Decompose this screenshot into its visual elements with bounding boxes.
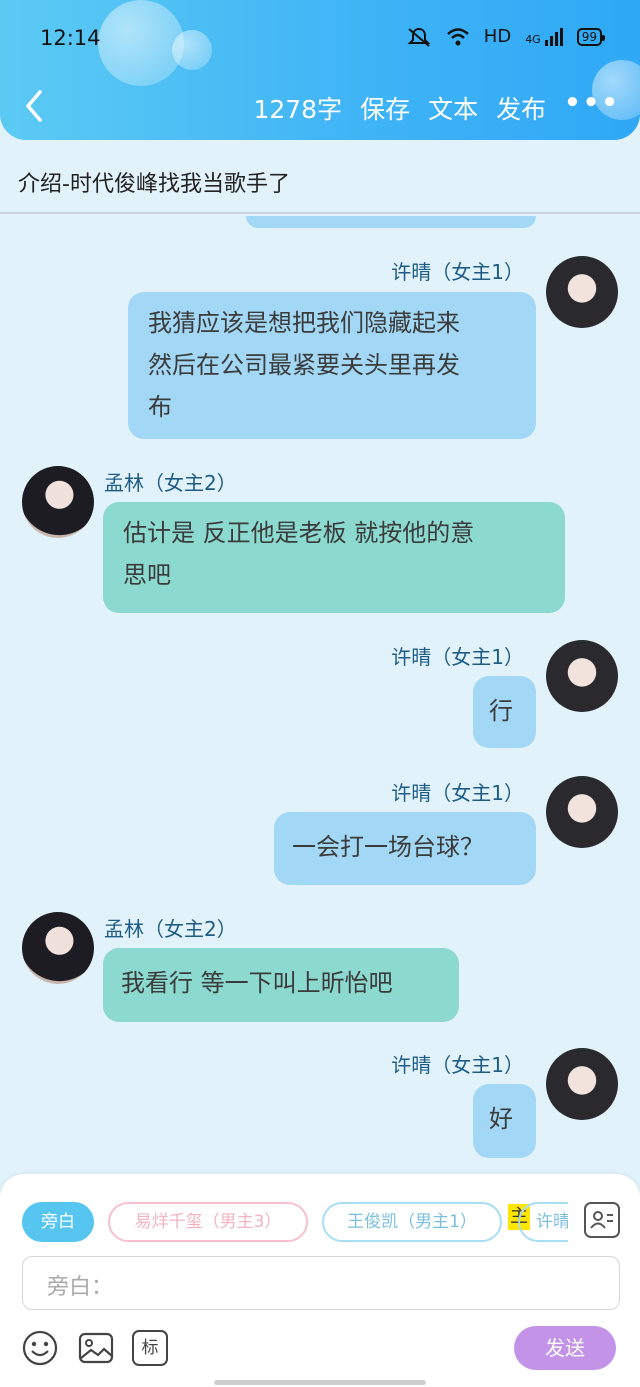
message-bubble[interactable]: 估计是 反正他是老板 就按他的意 思吧 <box>103 502 565 613</box>
avatar[interactable] <box>546 776 618 848</box>
message-line: 行 <box>489 697 513 725</box>
word-count: 1278字 <box>253 95 343 124</box>
app-header: 12:14 HD 4G 99 1278字 保存 文本 发布 ••• <box>0 0 640 140</box>
message-bubble[interactable]: 好 <box>473 1084 536 1158</box>
signal-icon: 4G <box>525 27 563 46</box>
chapter-title-bar: 介绍-时代俊峰找我当歌手了 <box>0 150 640 214</box>
speaker-name: 孟林（女主2） <box>104 471 237 495</box>
avatar[interactable] <box>546 1048 618 1120</box>
message-line: 我看行 等一下叫上昕怡吧 <box>121 969 393 997</box>
chapter-title[interactable]: 介绍-时代俊峰找我当歌手了 <box>18 166 290 198</box>
battery-indicator: 99 <box>576 27 606 46</box>
mute-bell-icon <box>407 27 431 47</box>
speaker-name: 许晴（女主1） <box>391 645 524 669</box>
speaker-name: 许晴（女主1） <box>391 260 524 284</box>
message-line: 好 <box>489 1105 513 1133</box>
mark-label: 标 <box>141 1338 159 1358</box>
avatar[interactable] <box>546 256 618 328</box>
chat-area[interactable]: 许晴（女主1） 我猜应该是想把我们隐藏起来 然后在公司最紧要关头里再发 布 孟林… <box>0 216 640 1174</box>
speaker-name: 许晴（女主1） <box>391 1053 524 1077</box>
contact-card-icon <box>590 1211 613 1229</box>
emoji-icon[interactable] <box>22 1330 58 1366</box>
message-bubble[interactable]: 一会打一场台球？ <box>274 812 536 885</box>
editor-toolbar: 1278字 保存 文本 发布 ••• <box>253 88 620 126</box>
message-bubble[interactable]: 行 <box>473 676 536 748</box>
message-line: 我猜应该是想把我们隐藏起来 <box>148 309 460 337</box>
compose-panel: 旁白 易烊千玺（男主3） 王俊凯（男主1） 主 许晴 旁白： 标 发送 <box>0 1174 640 1387</box>
more-menu-icon[interactable]: ••• <box>564 88 620 118</box>
message-line: 布 <box>148 393 172 421</box>
avatar[interactable] <box>22 912 94 984</box>
signal-label: 4G <box>525 32 541 46</box>
status-time: 12:14 <box>40 26 101 50</box>
send-button[interactable]: 发送 <box>514 1326 616 1370</box>
message-bubble-partial <box>246 216 536 228</box>
publish-button[interactable]: 发布 <box>496 90 546 126</box>
wifi-icon <box>446 27 469 45</box>
avatar[interactable] <box>22 466 94 538</box>
speaker-name: 孟林（女主2） <box>104 917 237 941</box>
home-indicator <box>214 1380 426 1385</box>
image-icon[interactable] <box>78 1330 114 1366</box>
text-button[interactable]: 文本 <box>428 90 478 126</box>
message-bubble[interactable]: 我看行 等一下叫上昕怡吧 <box>103 948 459 1022</box>
save-button[interactable]: 保存 <box>360 90 410 126</box>
input-placeholder: 旁白： <box>47 1275 114 1300</box>
message-line: 估计是 反正他是老板 就按他的意 <box>123 519 475 547</box>
decor-bubble <box>172 30 212 70</box>
role-card-icon[interactable] <box>584 1202 620 1238</box>
role-chip-label: 许晴 <box>536 1212 568 1232</box>
status-icons: HD 4G 99 <box>406 26 606 47</box>
message-line: 一会打一场台球？ <box>292 833 484 861</box>
role-chip[interactable]: 易烊千玺（男主3） <box>108 1202 308 1242</box>
mark-button[interactable]: 标 <box>132 1330 168 1366</box>
avatar[interactable] <box>546 640 618 712</box>
message-line: 思吧 <box>123 561 171 589</box>
message-input[interactable]: 旁白： <box>22 1256 620 1310</box>
role-chip-narration[interactable]: 旁白 <box>22 1202 94 1242</box>
message-bubble[interactable]: 我猜应该是想把我们隐藏起来 然后在公司最紧要关头里再发 布 <box>128 292 536 439</box>
speaker-name: 许晴（女主1） <box>391 781 524 805</box>
decor-bubble <box>98 0 184 86</box>
network-label: HD <box>483 26 512 47</box>
role-chip[interactable]: 王俊凯（男主1） <box>322 1202 502 1242</box>
message-line: 然后在公司最紧要关头里再发 <box>148 351 460 379</box>
back-arrow-icon[interactable] <box>20 88 50 124</box>
role-chip[interactable]: 许晴 <box>518 1202 568 1242</box>
